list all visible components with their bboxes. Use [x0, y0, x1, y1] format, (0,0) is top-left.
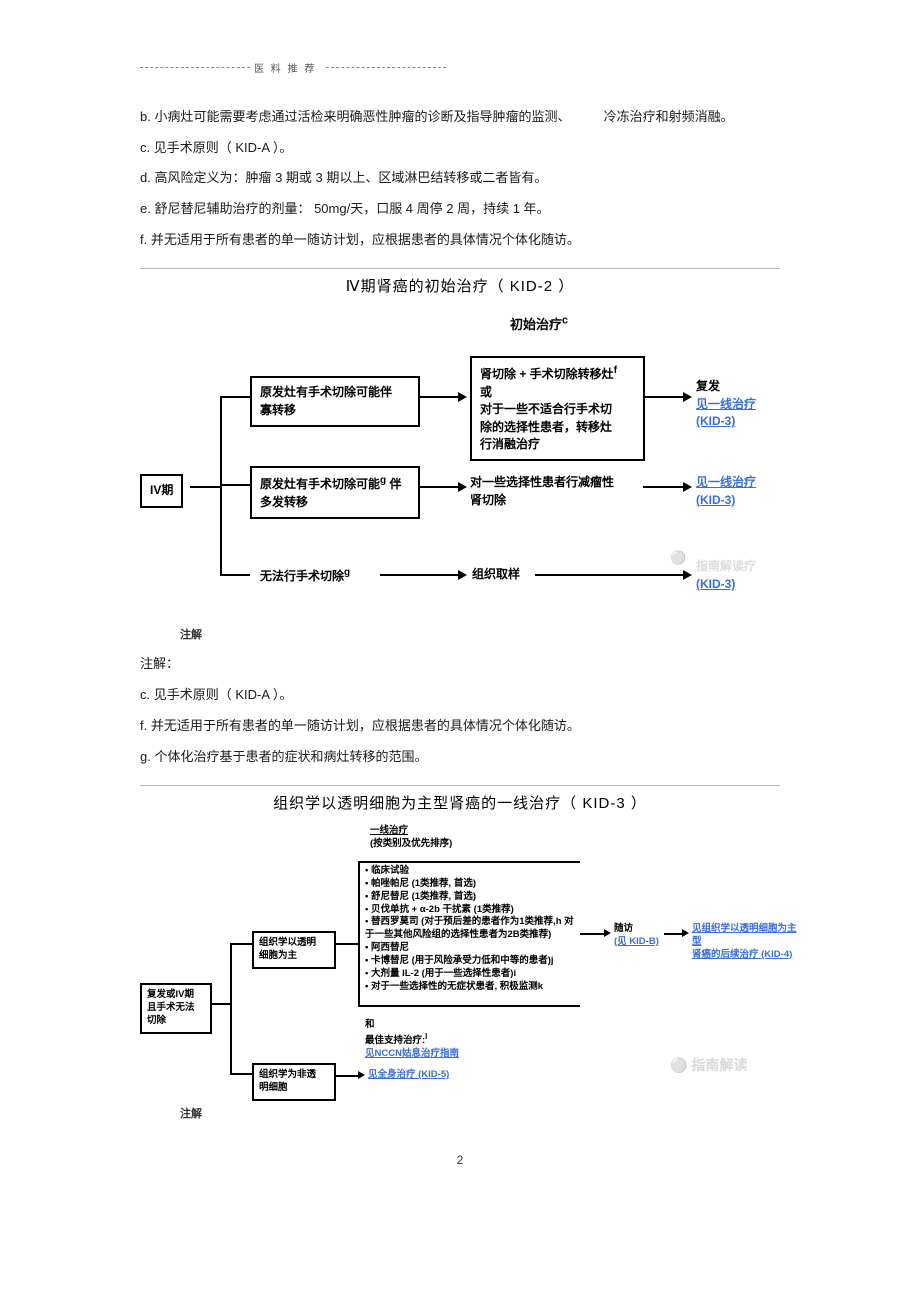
- diagram-kid2: 初始治疗c IV期 原发灶有手术切除可能伴 寡转移 肾切除 + 手术切除转移灶f…: [140, 306, 780, 646]
- d1-out1-b[interactable]: 见一线治疗: [696, 396, 756, 413]
- d1-branch2-l1: 原发灶有手术切除可能g 伴: [260, 474, 410, 493]
- divider2: [140, 785, 780, 786]
- d1-start: IV期: [140, 474, 183, 507]
- d1-branch2-l3: 多发转移: [260, 494, 410, 511]
- note-c: c. 见手术原则（ KID-A ）。: [140, 136, 780, 161]
- page-number: 2: [140, 1153, 780, 1167]
- divider: [140, 268, 780, 269]
- d1-mid3: 组织取样: [472, 566, 520, 583]
- d1-mid1-l1: 肾切除 + 手术切除转移灶f: [480, 364, 635, 383]
- d1-branch1-l2: 寡转移: [260, 402, 410, 419]
- d1-out1: 复发 见一线治疗 (KID-3): [696, 378, 756, 430]
- d2-start-l2: 且手术无法: [147, 1002, 205, 1015]
- notes-top-block: b. 小病灶可能需要考虑通过活检来明确恶性肿瘤的诊断及指导肿瘤的监测、 冷冻治疗…: [140, 105, 780, 252]
- d1-out2-a[interactable]: 见一线治疗: [696, 474, 756, 491]
- d2-branch-b-l1: 组织学为非透: [259, 1069, 329, 1082]
- d2-branch-a-l2: 细胞为主: [259, 950, 329, 963]
- d1-out2: 见一线治疗 (KID-3): [696, 474, 756, 509]
- d2-branch-b: 组织学为非透 明细胞: [252, 1063, 336, 1101]
- note-f: f. 并无适用于所有患者的单一随访计划，应根据患者的具体情况个体化随访。: [140, 228, 780, 253]
- d2-start-l3: 切除: [147, 1015, 205, 1028]
- d1-out1-a: 复发: [696, 378, 756, 395]
- d2-branch-b-l2: 明细胞: [259, 1082, 329, 1095]
- notes-mid-g: g. 个体化治疗基于患者的症状和病灶转移的范围。: [140, 745, 780, 770]
- watermark-text: 指南解读: [691, 1057, 747, 1073]
- d1-out2-b[interactable]: (KID-3): [696, 492, 756, 509]
- note-b-left: b. 小病灶可能需要考虑通过活检来明确恶性肿瘤的诊断及指导肿瘤的监测、: [140, 105, 600, 130]
- d1-mid1: 肾切除 + 手术切除转移灶f 或 对于一些不适合行手术切 除的选择性患者，转移灶…: [470, 356, 645, 461]
- header-label: 医 料 推 荐: [254, 60, 316, 75]
- d2-header-l2: (按类别及优先排序): [370, 838, 452, 851]
- d2-start-l1: 复发或IV期: [147, 989, 205, 1002]
- d1-branch3: 无法行手术切除g: [260, 566, 350, 585]
- d1-branch1: 原发灶有手术切除可能伴 寡转移: [250, 376, 420, 427]
- d1-start-text: IV期: [150, 483, 173, 497]
- d1-header: 初始治疗c: [510, 314, 568, 333]
- d2-branch-a: 组织学以透明 细胞为主: [252, 931, 336, 969]
- d1-out1-c[interactable]: (KID-3): [696, 413, 756, 430]
- d1-out3-b[interactable]: (KID-3): [696, 576, 756, 593]
- note-b-right: 冷冻治疗和射频消融。: [604, 105, 734, 130]
- notes-mid-f: f. 并无适用于所有患者的单一随访计划，应根据患者的具体情况个体化随访。: [140, 714, 780, 739]
- d2-nccn-link[interactable]: 见NCCN姑息治疗指南: [365, 1048, 459, 1061]
- d1-mid1-l4: 除的选择性患者，转移灶: [480, 419, 635, 436]
- d1-out3-a: 指南解读疗: [696, 558, 756, 575]
- d2-branch-b-link[interactable]: 见全身治疗 (KID-5): [368, 1069, 449, 1082]
- watermark-icon: ⚪ 指南解读: [670, 1055, 747, 1075]
- d2-followup: 随访 (见 KID-B): [614, 923, 659, 949]
- d2-branch-a-l1: 组织学以透明: [259, 937, 329, 950]
- d1-out3: 指南解读疗 (KID-3): [696, 558, 756, 593]
- d1-footlabel: 注解: [180, 626, 202, 642]
- d1-branch1-l1: 原发灶有手术切除可能伴: [260, 384, 410, 401]
- note-e: e. 舒尼替尼辅助治疗的剂量： 50mg/天，口服 4 周停 2 周，持续 1 …: [140, 197, 780, 222]
- page-header: 医 料 推 荐: [140, 60, 780, 75]
- d2-footlabel: 注解: [180, 1107, 202, 1122]
- d1-mid1-l3: 对于一些不适合行手术切: [480, 401, 635, 418]
- note-d: d. 高风险定义为：肿瘤 3 期或 3 期以上、区域淋巴结转移或二者皆有。: [140, 166, 780, 191]
- d2-out-link[interactable]: 见组织学以透明细胞为主型 肾癌的后续治疗 (KID-4): [692, 923, 802, 961]
- d1-mid2-l2: 肾切除: [470, 492, 635, 509]
- d2-followup-sub[interactable]: (见 KID-B): [614, 936, 659, 949]
- d2-header: 一线治疗 (按类别及优先排序): [370, 825, 452, 851]
- d1-mid2-l1: 对一些选择性患者行减瘤性: [470, 474, 635, 491]
- d2-and-label: 和: [365, 1019, 459, 1032]
- diagram-kid3: 一线治疗 (按类别及优先排序) 复发或IV期 且手术无法 切除 组织学以透明 细…: [140, 823, 780, 1123]
- d1-mid1-l2: 或: [480, 384, 635, 401]
- d2-start: 复发或IV期 且手术无法 切除: [140, 983, 212, 1033]
- d1-mid2: 对一些选择性患者行减瘤性 肾切除: [470, 474, 635, 509]
- notes-mid-c: c. 见手术原则（ KID-A ）。: [140, 683, 780, 708]
- section2-title: 组织学以透明细胞为主型肾癌的一线治疗（ KID-3 ）: [140, 792, 780, 813]
- d1-header-sup: c: [562, 315, 568, 327]
- d2-best-support: 最佳支持治疗:l: [365, 1032, 459, 1048]
- notes-mid-block: 注解： c. 见手术原则（ KID-A ）。 f. 并无适用于所有患者的单一随访…: [140, 652, 780, 769]
- d1-header-text: 初始治疗: [510, 317, 562, 332]
- d2-out-link-l1: 见组织学以透明细胞为主型: [692, 923, 802, 949]
- notes-mid-intro: 注解：: [140, 652, 780, 677]
- d2-followup-label: 随访: [614, 923, 659, 936]
- d1-branch2: 原发灶有手术切除可能g 伴 多发转移: [250, 466, 420, 519]
- d2-and-block: 和 最佳支持治疗:l 见NCCN姑息治疗指南: [365, 1019, 459, 1061]
- d1-mid1-l5: 行消融治疗: [480, 436, 635, 453]
- d2-out-link-l2: 肾癌的后续治疗 (KID-4): [692, 949, 802, 962]
- section1-title: Ⅳ期肾癌的初始治疗（ KID-2 ）: [140, 275, 780, 296]
- note-b: b. 小病灶可能需要考虑通过活检来明确恶性肿瘤的诊断及指导肿瘤的监测、 冷冻治疗…: [140, 105, 780, 130]
- d2-header-l1: 一线治疗: [370, 825, 452, 838]
